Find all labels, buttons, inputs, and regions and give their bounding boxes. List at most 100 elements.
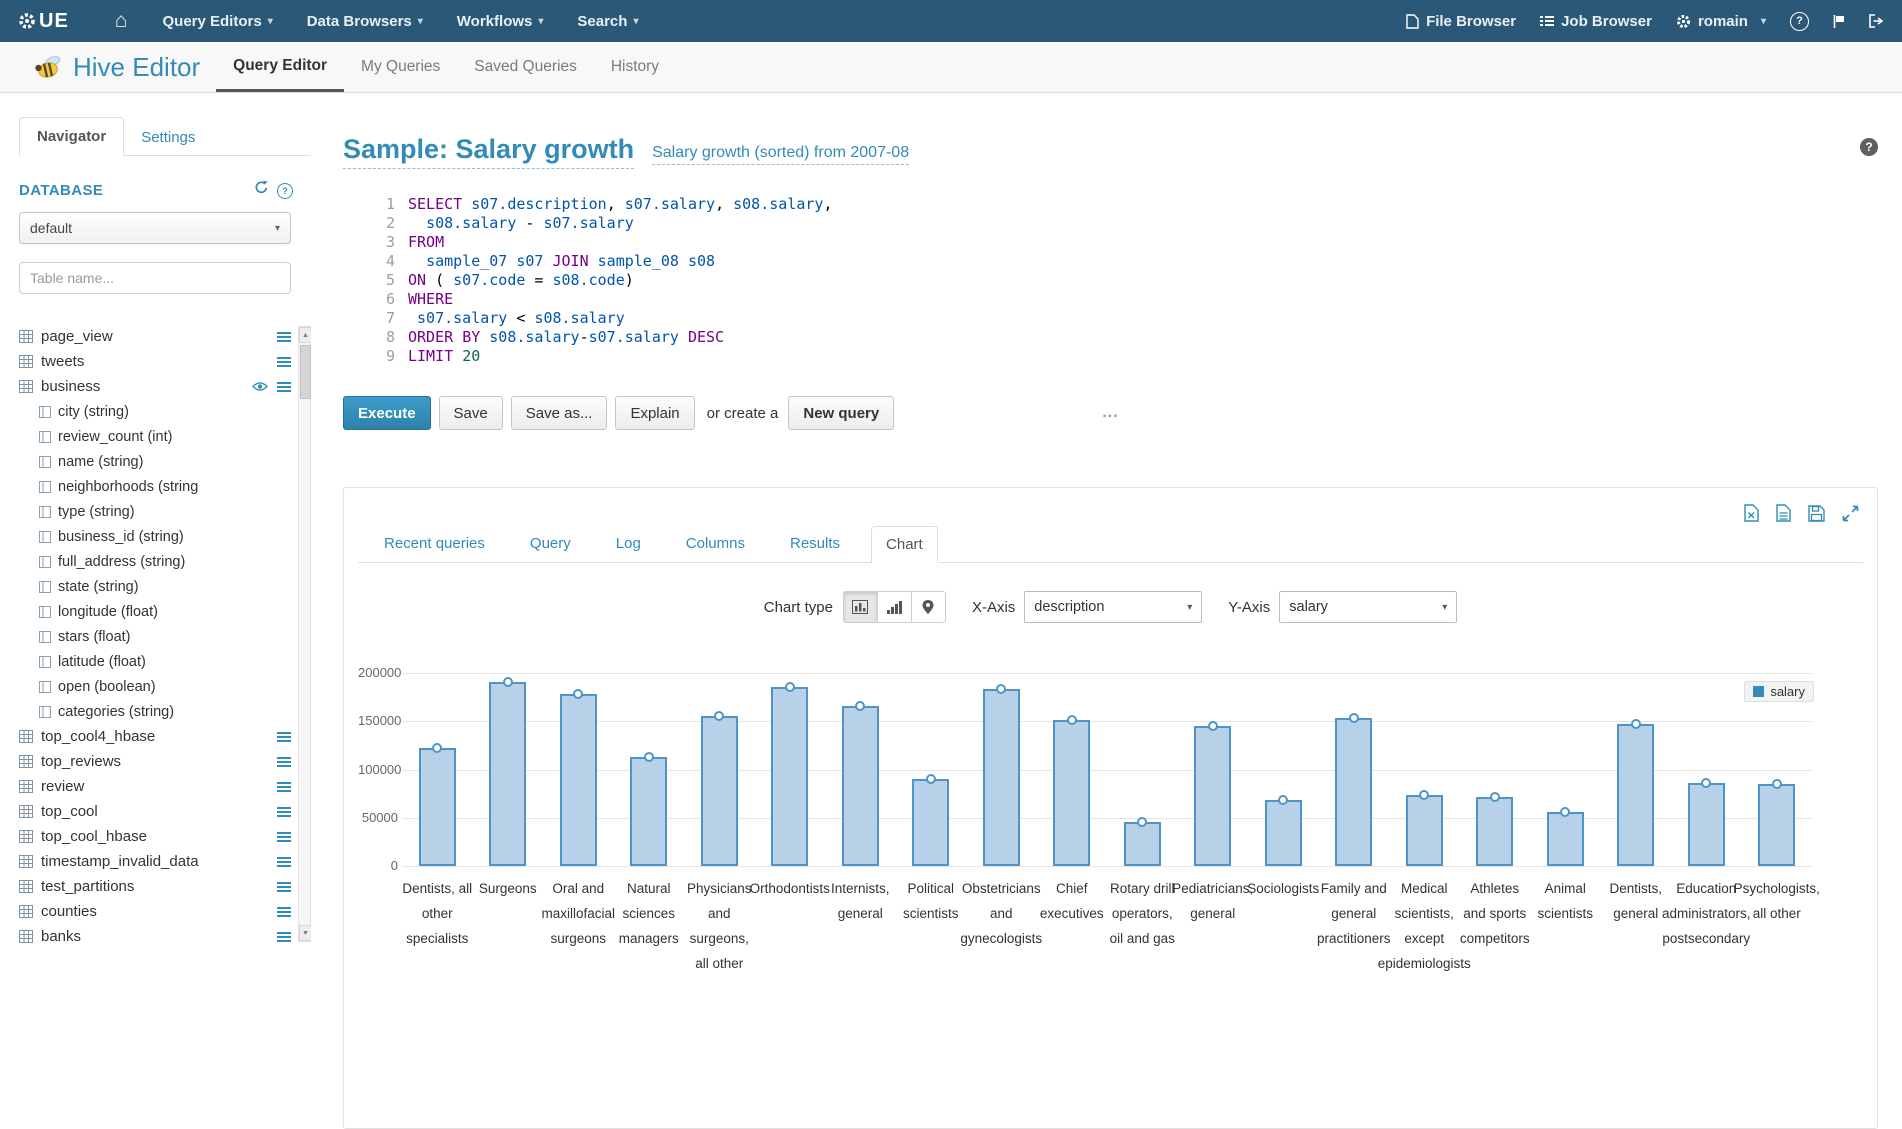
bar[interactable] <box>1194 726 1231 866</box>
download-csv-icon[interactable] <box>1776 504 1791 522</box>
save-as-button[interactable]: Save as... <box>511 396 608 430</box>
bar[interactable] <box>912 779 949 866</box>
chart-type-map-button[interactable] <box>911 591 946 623</box>
bar[interactable] <box>1335 718 1372 866</box>
query-title[interactable]: Sample: Salary growth <box>343 134 634 169</box>
sidebar-tab-settings[interactable]: Settings <box>124 119 212 156</box>
browse-data-icon[interactable] <box>277 756 291 768</box>
menu-query-editors[interactable]: Query Editors▾ <box>145 13 289 30</box>
column-row[interactable]: full_address (string) <box>19 549 297 574</box>
bar[interactable] <box>1758 784 1795 866</box>
table-row[interactable]: test_partitions <box>19 874 297 899</box>
column-row[interactable]: longitude (float) <box>19 599 297 624</box>
table-search-input[interactable] <box>19 262 291 294</box>
column-row[interactable]: state (string) <box>19 574 297 599</box>
file-browser-link[interactable]: File Browser <box>1406 13 1516 30</box>
table-row[interactable]: page_view <box>19 324 297 349</box>
table-row[interactable]: review <box>19 774 297 799</box>
bar[interactable] <box>1124 822 1161 866</box>
database-select[interactable]: default ▾ <box>19 212 291 244</box>
table-row[interactable]: counties <box>19 899 297 924</box>
menu-search[interactable]: Search▾ <box>560 13 655 30</box>
logout-icon[interactable] <box>1869 14 1884 28</box>
table-row[interactable]: tweets <box>19 349 297 374</box>
execute-button[interactable]: Execute <box>343 396 431 430</box>
y-axis-select[interactable]: salary ▾ <box>1279 591 1457 623</box>
browse-data-icon[interactable] <box>277 731 291 743</box>
code-content[interactable]: SELECT s07.description, s07.salary, s08.… <box>408 195 1878 366</box>
new-query-button[interactable]: New query <box>788 396 894 430</box>
chart-type-columns-button[interactable] <box>877 591 912 623</box>
browse-data-icon[interactable] <box>277 831 291 843</box>
x-axis-select[interactable]: description ▾ <box>1024 591 1202 623</box>
tab-columns[interactable]: Columns <box>672 526 759 563</box>
scrollbar-thumb[interactable] <box>300 345 311 399</box>
feedback-flag-icon[interactable] <box>1833 14 1845 29</box>
bar[interactable] <box>1688 783 1725 866</box>
column-row[interactable]: city (string) <box>19 399 297 424</box>
column-row[interactable]: latitude (float) <box>19 649 297 674</box>
column-row[interactable]: open (boolean) <box>19 674 297 699</box>
save-results-icon[interactable] <box>1808 505 1825 522</box>
column-row[interactable]: neighborhoods (string <box>19 474 297 499</box>
column-row[interactable]: review_count (int) <box>19 424 297 449</box>
bar[interactable] <box>419 748 456 866</box>
database-help-icon[interactable]: ? <box>277 181 293 199</box>
scroll-up-arrow[interactable]: ▲ <box>299 327 311 343</box>
browse-data-icon[interactable] <box>277 856 291 868</box>
expand-results-icon[interactable] <box>1842 505 1859 522</box>
bar[interactable] <box>983 689 1020 866</box>
browse-data-icon[interactable] <box>277 931 291 943</box>
bar[interactable] <box>489 682 526 866</box>
column-row[interactable]: stars (float) <box>19 624 297 649</box>
hive-editor-title[interactable]: Hive Editor <box>34 42 200 92</box>
hue-logo[interactable]: UE <box>18 10 69 33</box>
table-row[interactable]: top_cool_hbase <box>19 824 297 849</box>
browse-data-icon[interactable] <box>277 356 291 368</box>
column-row[interactable]: type (string) <box>19 499 297 524</box>
scroll-down-arrow[interactable]: ▼ <box>299 925 311 941</box>
query-subtitle-link[interactable]: Salary growth (sorted) from 2007-08 <box>652 144 909 165</box>
save-button[interactable]: Save <box>439 396 503 430</box>
help-icon[interactable]: ? <box>1790 12 1809 31</box>
table-row[interactable]: business <box>19 374 297 399</box>
table-row[interactable]: top_cool <box>19 799 297 824</box>
table-row[interactable]: top_cool4_hbase <box>19 724 297 749</box>
bar[interactable] <box>701 716 738 866</box>
tab-recent-queries[interactable]: Recent queries <box>370 526 499 563</box>
bar[interactable] <box>630 757 667 866</box>
tab-my-queries[interactable]: My Queries <box>344 42 457 92</box>
eye-icon[interactable] <box>252 381 268 392</box>
bar[interactable] <box>771 687 808 866</box>
query-help-icon[interactable]: ? <box>1860 138 1878 156</box>
browse-data-icon[interactable] <box>277 381 291 393</box>
column-row[interactable]: categories (string) <box>19 699 297 724</box>
table-row[interactable]: timestamp_invalid_data <box>19 849 297 874</box>
browse-data-icon[interactable] <box>277 781 291 793</box>
column-row[interactable]: name (string) <box>19 449 297 474</box>
resize-handle[interactable]: ... <box>1102 404 1118 422</box>
browse-data-icon[interactable] <box>277 806 291 818</box>
refresh-icon[interactable] <box>254 180 269 200</box>
column-row[interactable]: business_id (string) <box>19 524 297 549</box>
explain-button[interactable]: Explain <box>615 396 694 430</box>
bar[interactable] <box>1053 720 1090 866</box>
chart-legend[interactable]: salary <box>1744 681 1814 702</box>
sidebar-tab-navigator[interactable]: Navigator <box>19 117 124 156</box>
bar[interactable] <box>1476 797 1513 866</box>
user-menu[interactable]: romain ▾ <box>1676 13 1766 30</box>
browse-data-icon[interactable] <box>277 331 291 343</box>
home-icon[interactable]: ⌂ <box>107 9 136 33</box>
bar[interactable] <box>1617 724 1654 866</box>
bar[interactable] <box>560 694 597 866</box>
bar[interactable] <box>1265 800 1302 866</box>
bar[interactable] <box>842 706 879 866</box>
chart-type-bars-button[interactable] <box>843 591 878 623</box>
tab-query-editor[interactable]: Query Editor <box>216 42 344 92</box>
download-excel-icon[interactable] <box>1744 504 1759 522</box>
tab-saved-queries[interactable]: Saved Queries <box>457 42 594 92</box>
bar[interactable] <box>1547 812 1584 866</box>
tab-chart[interactable]: Chart <box>871 526 938 563</box>
tab-history[interactable]: History <box>594 42 676 92</box>
menu-workflows[interactable]: Workflows▾ <box>440 13 561 30</box>
